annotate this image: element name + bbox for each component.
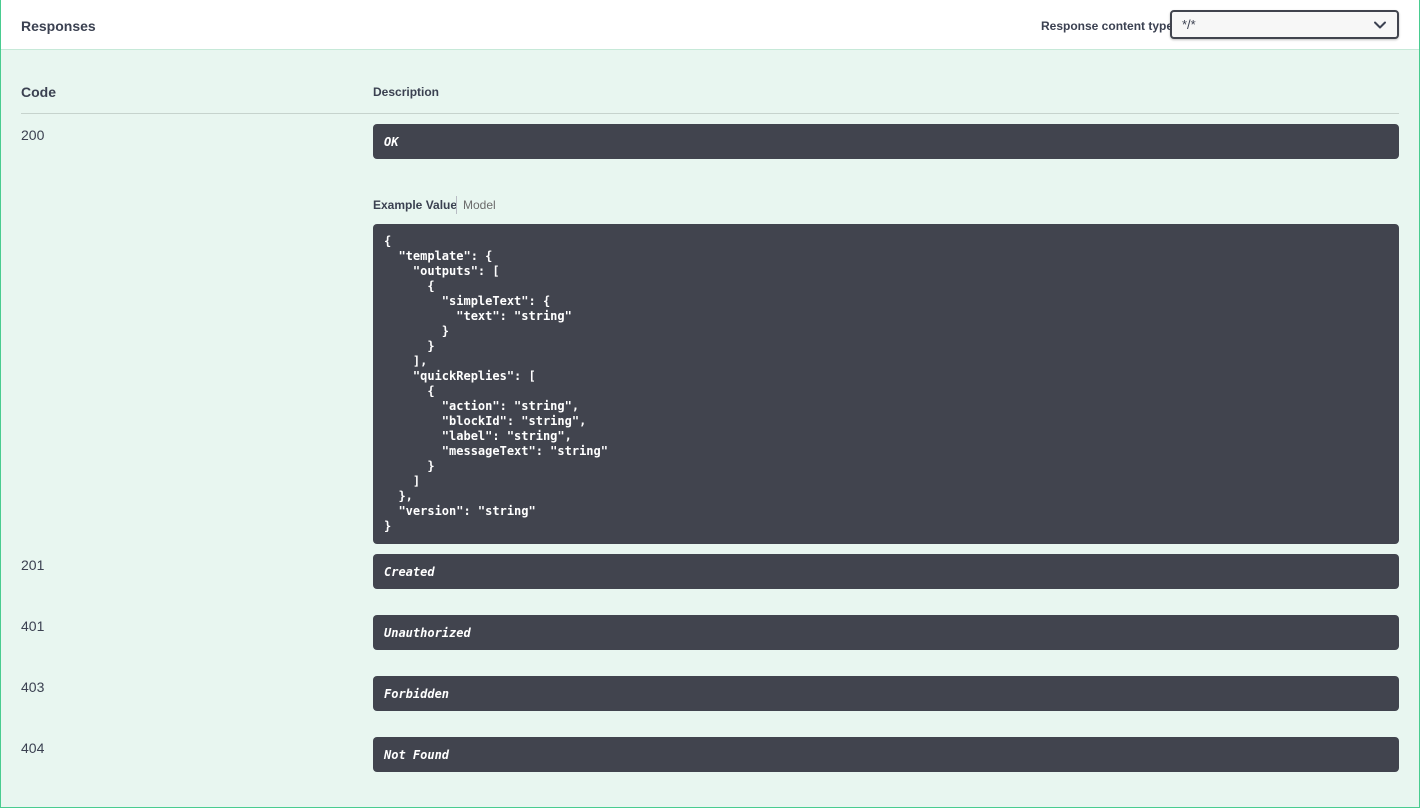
response-description-403: Forbidden (373, 676, 1399, 711)
code-column-header: Code (21, 84, 56, 100)
response-description-201: Created (373, 554, 1399, 589)
response-content-type-value: */* (1182, 17, 1196, 32)
chevron-down-icon (1374, 21, 1386, 29)
responses-title: Responses (21, 18, 96, 34)
response-content-type-label: Response content type (1041, 19, 1174, 33)
tab-model[interactable]: Model (463, 198, 496, 212)
response-description-text: Unauthorized (384, 626, 471, 640)
tab-divider (456, 196, 457, 214)
response-content-type-select[interactable]: */* (1170, 10, 1399, 39)
response-code-200: 200 (21, 127, 45, 143)
example-value-code-block[interactable]: { "template": { "outputs": [ { "simpleTe… (373, 224, 1399, 544)
response-description-text: Forbidden (384, 687, 450, 701)
response-description-text: OK (384, 135, 399, 149)
example-json: { "template": { "outputs": [ { "simpleTe… (384, 234, 608, 533)
response-code-201: 201 (21, 557, 45, 573)
description-column-header: Description (373, 85, 440, 99)
response-description-200: OK (373, 124, 1399, 159)
response-description-text: Not Found (384, 748, 450, 762)
response-code-401: 401 (21, 618, 45, 634)
response-code-403: 403 (21, 679, 45, 695)
header-divider (21, 113, 1399, 114)
responses-header: Responses Response content type */* (1, 0, 1419, 50)
responses-panel: Responses Response content type */* Code… (0, 0, 1420, 808)
tab-example-value[interactable]: Example Value (373, 198, 457, 212)
response-description-text: Created (384, 565, 435, 579)
response-code-404: 404 (21, 740, 45, 756)
response-description-401: Unauthorized (373, 615, 1399, 650)
response-description-404: Not Found (373, 737, 1399, 772)
